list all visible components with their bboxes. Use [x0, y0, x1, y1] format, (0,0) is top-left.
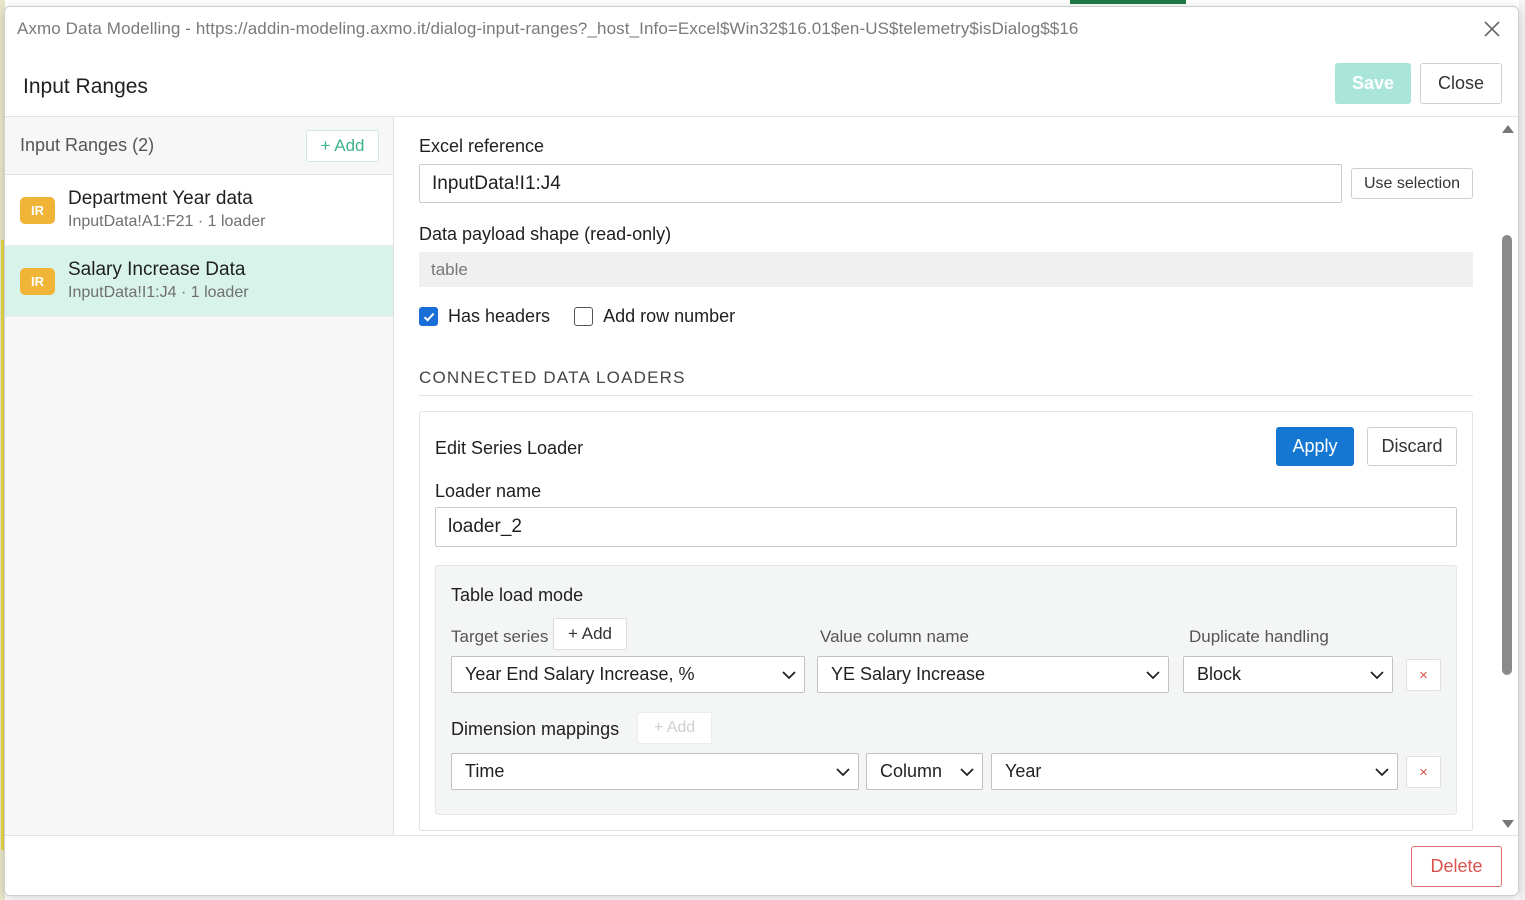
- dialog-footer: Delete: [5, 835, 1518, 895]
- payload-shape-field: table: [419, 252, 1473, 287]
- check-icon: [423, 312, 434, 322]
- sidebar-item-salary-increase-data[interactable]: IR Salary Increase Data InputData!I1:J4 …: [5, 246, 393, 317]
- add-input-range-button[interactable]: + Add: [306, 129, 379, 162]
- range-name: Salary Increase Data: [68, 259, 246, 280]
- scroll-down-arrow-icon[interactable]: [1502, 820, 1514, 828]
- chevron-down-icon: [960, 768, 974, 777]
- remove-dimension-mapping-button[interactable]: ×: [1406, 756, 1441, 788]
- chevron-down-icon: [1375, 768, 1389, 777]
- delete-button[interactable]: Delete: [1411, 846, 1502, 887]
- loader-card-title: Edit Series Loader: [435, 438, 584, 458]
- dimension-column-value: Year: [1005, 761, 1042, 781]
- chevron-down-icon: [1370, 671, 1384, 680]
- apply-button[interactable]: Apply: [1276, 427, 1354, 466]
- window-close-button[interactable]: [1480, 17, 1504, 41]
- background-excel-edge: [1519, 0, 1525, 900]
- target-series-label: Target series: [451, 627, 549, 646]
- range-details-panel: Excel reference InputData!I1:J4 Use sele…: [395, 117, 1500, 835]
- value-column-value: YE Salary Increase: [831, 664, 986, 684]
- discard-button[interactable]: Discard: [1367, 427, 1457, 466]
- excel-reference-label: Excel reference: [419, 136, 545, 156]
- dimension-source-select[interactable]: Column: [866, 753, 983, 790]
- add-row-number-label: Add row number: [603, 306, 736, 326]
- sidebar-title: Input Ranges (2): [20, 135, 155, 155]
- duplicate-handling-select[interactable]: Block: [1183, 656, 1393, 693]
- background-excel-tab-accent: [1070, 0, 1186, 4]
- add-row-number-checkbox[interactable]: Add row number: [574, 306, 735, 327]
- range-reference: InputData!A1:F21 · 1 loader: [68, 213, 266, 230]
- close-icon: [1484, 21, 1500, 37]
- duplicate-handling-label: Duplicate handling: [1189, 627, 1329, 646]
- dialog-header: Input Ranges: [5, 57, 1518, 117]
- main-scrollbar[interactable]: [1500, 117, 1514, 835]
- save-button[interactable]: Save: [1335, 63, 1411, 104]
- connected-loaders-heading: CONNECTED DATA LOADERS: [419, 368, 686, 387]
- payload-shape-label: Data payload shape (read-only): [419, 224, 672, 244]
- value-column-label: Value column name: [820, 627, 969, 646]
- range-reference: InputData!I1:J4 · 1 loader: [68, 284, 249, 301]
- checkbox-unchecked[interactable]: [574, 307, 594, 326]
- input-range-badge: IR: [20, 196, 55, 224]
- has-headers-label: Has headers: [448, 306, 551, 326]
- options-row: Has headers Add row number: [419, 306, 759, 327]
- dimension-column-select[interactable]: Year: [991, 753, 1398, 790]
- dimension-mappings-label: Dimension mappings: [451, 719, 620, 739]
- edit-series-loader-card: Edit Series Loader Apply Discard Loader …: [419, 411, 1473, 831]
- add-target-series-button[interactable]: + Add: [553, 618, 627, 650]
- window-titlebar: Axmo Data Modelling - https://addin-mode…: [5, 7, 1518, 51]
- scroll-up-arrow-icon[interactable]: [1502, 125, 1514, 133]
- has-headers-checkbox[interactable]: Has headers: [419, 306, 550, 327]
- chevron-down-icon: [1146, 671, 1160, 680]
- target-series-select[interactable]: Year End Salary Increase, %: [451, 656, 805, 693]
- checkbox-checked[interactable]: [419, 307, 438, 326]
- chevron-down-icon: [782, 671, 796, 680]
- target-series-value: Year End Salary Increase, %: [465, 664, 695, 684]
- remove-target-series-button[interactable]: ×: [1406, 659, 1441, 691]
- chevron-down-icon: [836, 768, 850, 777]
- input-range-badge: IR: [20, 267, 55, 295]
- table-load-mode-title: Table load mode: [451, 585, 584, 605]
- add-dimension-mapping-button[interactable]: + Add: [637, 712, 712, 744]
- input-ranges-sidebar: Input Ranges (2) + Add IR Department Yea…: [5, 117, 394, 835]
- duplicate-handling-value: Block: [1197, 664, 1242, 684]
- range-name: Department Year data: [68, 188, 253, 209]
- loader-name-input[interactable]: loader_2: [435, 507, 1457, 547]
- page-title: Input Ranges: [23, 75, 148, 98]
- use-selection-button[interactable]: Use selection: [1351, 168, 1473, 199]
- window-title: Axmo Data Modelling - https://addin-mode…: [17, 19, 1079, 38]
- dimension-value: Time: [465, 761, 505, 781]
- dimension-source-value: Column: [880, 761, 943, 781]
- excel-reference-input[interactable]: InputData!I1:J4: [419, 164, 1342, 203]
- table-load-mode-panel: Table load mode Target series + Add Valu…: [435, 565, 1457, 815]
- loader-name-label: Loader name: [435, 481, 542, 501]
- section-divider: [419, 395, 1473, 396]
- sidebar-item-department-year-data[interactable]: IR Department Year data InputData!A1:F21…: [5, 175, 393, 246]
- sidebar-header: Input Ranges (2) + Add: [5, 117, 393, 175]
- close-button[interactable]: Close: [1420, 63, 1502, 104]
- dimension-select[interactable]: Time: [451, 753, 859, 790]
- value-column-select[interactable]: YE Salary Increase: [817, 656, 1169, 693]
- input-ranges-dialog: Axmo Data Modelling - https://addin-mode…: [4, 6, 1519, 896]
- scroll-thumb[interactable]: [1502, 235, 1512, 675]
